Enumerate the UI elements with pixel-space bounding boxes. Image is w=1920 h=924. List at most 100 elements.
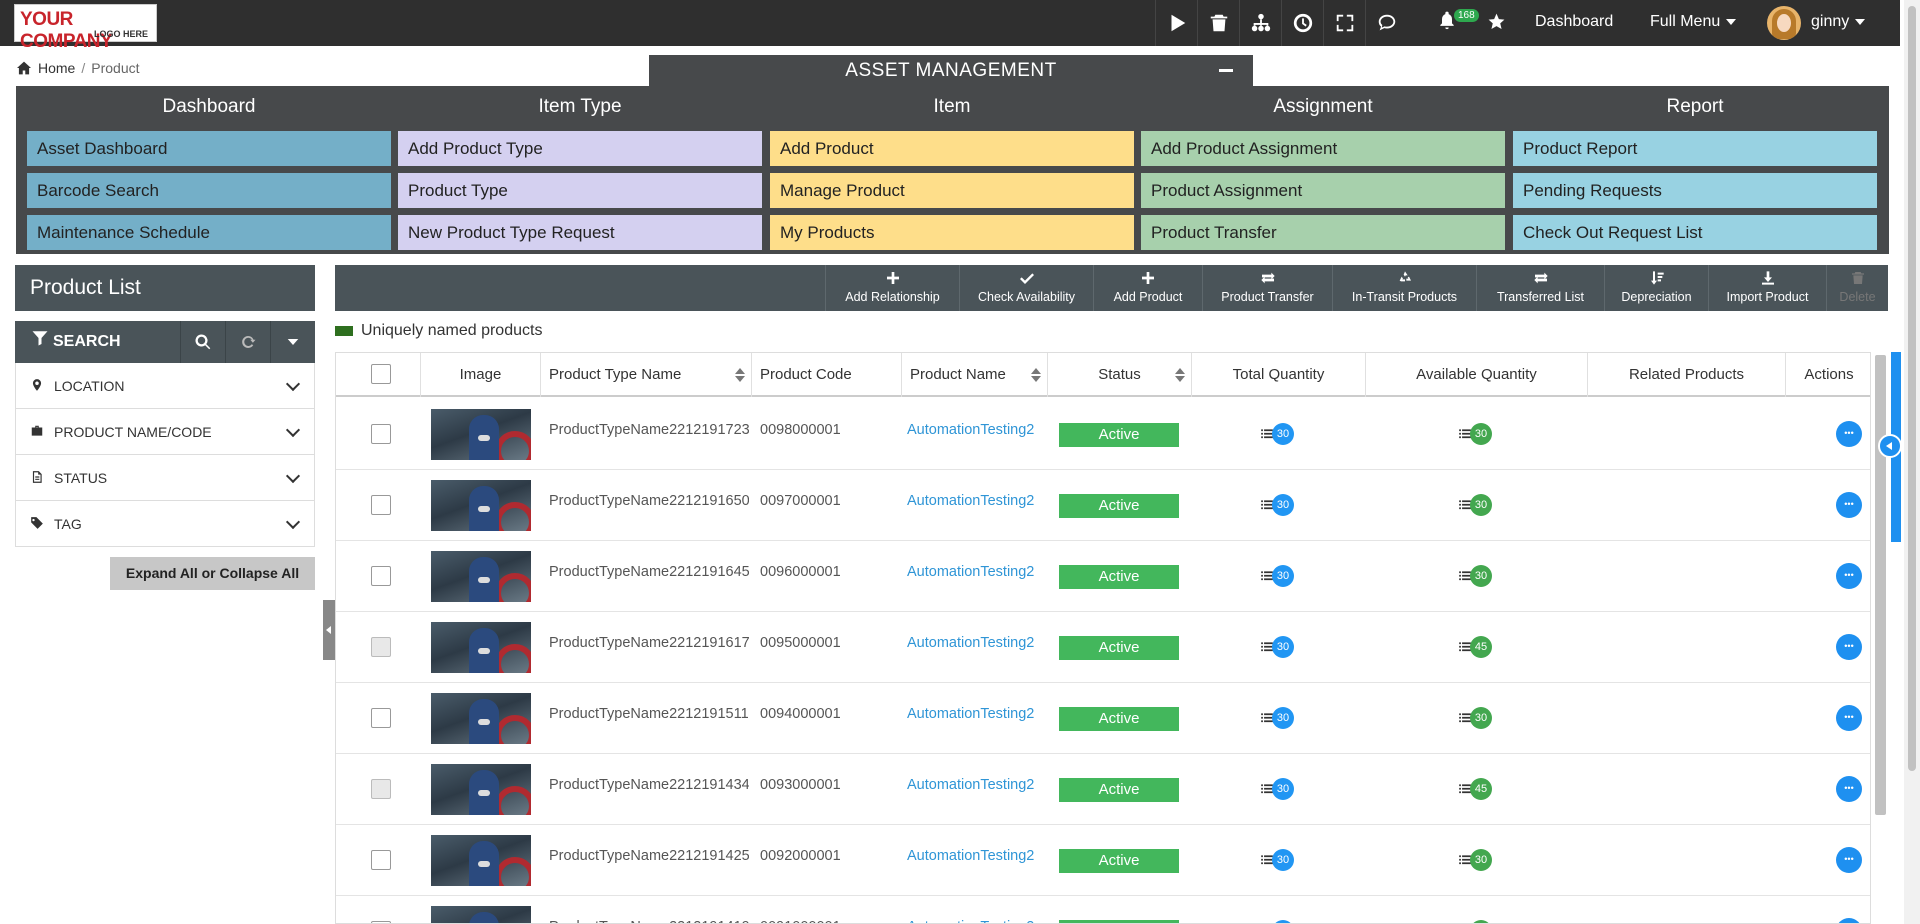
table-scrollbar[interactable] [1875,355,1886,815]
available-quantity[interactable]: 30 [1458,565,1494,587]
menu-item-product-assignment[interactable]: Product Assignment [1141,173,1505,208]
clock-icon[interactable] [1281,0,1323,46]
table-row[interactable]: ProductTypeName22121915114(0094000001 Aut… [336,683,1870,754]
search-toggle[interactable]: SEARCH [31,321,121,363]
available-quantity[interactable]: 45 [1458,636,1494,658]
more-actions-icon[interactable] [1836,634,1862,660]
menu-item-product-transfer[interactable]: Product Transfer [1141,215,1505,250]
menu-item-add-product[interactable]: Add Product [770,131,1134,166]
available-quantity[interactable]: 30 [1458,494,1494,516]
product-name-link[interactable]: AutomationTesting2 [907,422,1047,438]
menu-item-barcode-search[interactable]: Barcode Search [27,173,391,208]
delete-button[interactable]: Delete [1826,265,1888,311]
menu-item-check-out-request-list[interactable]: Check Out Request List [1513,215,1877,250]
star-icon[interactable] [1487,12,1506,36]
product-image[interactable] [431,622,531,673]
filter-status[interactable]: STATUS [15,455,315,501]
more-actions-icon[interactable] [1836,563,1862,589]
row-checkbox[interactable] [371,708,391,728]
menu-item-add-product-type[interactable]: Add Product Type [398,131,762,166]
product-image[interactable] [431,409,531,460]
table-row[interactable]: ProductTypeName2212191723... 0098000001 Au… [336,399,1870,470]
breadcrumb-home[interactable]: Home [38,60,75,76]
avatar[interactable] [1767,6,1801,40]
depreciation-button[interactable]: Depreciation [1604,265,1708,311]
select-all-checkbox[interactable] [371,364,391,384]
product-image[interactable] [431,480,531,531]
check-availability-button[interactable]: Check Availability [959,265,1093,311]
table-row[interactable]: ProductTypeName2212191419(0091000001 Auto… [336,896,1870,923]
table-row[interactable]: ProductTypeName2212191650... 0097000001 Au… [336,470,1870,541]
menu-item-add-product-assignment[interactable]: Add Product Assignment [1141,131,1505,166]
available-quantity[interactable]: 30 [1458,707,1494,729]
row-checkbox[interactable] [371,495,391,515]
more-actions-icon[interactable] [1836,918,1862,923]
drawer-toggle-icon[interactable] [1878,434,1902,458]
menu-item-product-type[interactable]: Product Type [398,173,762,208]
add-product-button[interactable]: Add Product [1093,265,1202,311]
row-checkbox[interactable] [371,637,391,657]
table-row[interactable]: ProductTypeName2212191617... 0095000001 Au… [336,612,1870,683]
table-row[interactable]: ProductTypeName2212191645... 0096000001 Au… [336,541,1870,612]
caret-down-icon[interactable] [270,321,315,363]
in-transit-products-button[interactable]: In-Transit Products [1332,265,1476,311]
row-checkbox[interactable] [371,566,391,586]
org-chart-icon[interactable] [1239,0,1281,46]
filter-tag[interactable]: TAG [15,501,315,547]
product-name-link[interactable]: AutomationTesting2 [907,919,1047,923]
table-row[interactable]: ProductTypeName2212191434... 0093000001 Au… [336,754,1870,825]
menu-item-manage-product[interactable]: Manage Product [770,173,1134,208]
menu-item-my-products[interactable]: My Products [770,215,1134,250]
trash-icon[interactable] [1197,0,1239,46]
dashboard-link[interactable]: Dashboard [1535,13,1613,31]
filter-location[interactable]: LOCATION [15,363,315,409]
product-image[interactable] [431,693,531,744]
refresh-icon[interactable] [225,321,270,363]
transferred-list-button[interactable]: Transferred List [1476,265,1604,311]
column-header-product-type-name[interactable]: Product Type Name [541,353,752,397]
add-relationship-button[interactable]: Add Relationship [825,265,959,311]
menu-item-new-product-type-request[interactable]: New Product Type Request [398,215,762,250]
more-actions-icon[interactable] [1836,421,1862,447]
column-header-product-name[interactable]: Product Name [902,353,1048,397]
product-name-link[interactable]: AutomationTesting2 [907,493,1047,509]
more-actions-icon[interactable] [1836,492,1862,518]
total-quantity[interactable]: 30 [1260,920,1296,923]
product-image[interactable] [431,835,531,886]
available-quantity[interactable]: 45 [1458,778,1494,800]
filter-product-name-code[interactable]: PRODUCT NAME/CODE [15,409,315,455]
total-quantity[interactable]: 30 [1260,565,1296,587]
product-image[interactable] [431,764,531,815]
total-quantity[interactable]: 30 [1260,423,1296,445]
total-quantity[interactable]: 30 [1260,636,1296,658]
chat-icon[interactable] [1365,0,1407,46]
company-logo[interactable]: YOUR COMPANY LOGO HERE [14,4,157,52]
available-quantity[interactable]: 30 [1458,920,1494,923]
product-name-link[interactable]: AutomationTesting2 [907,635,1047,651]
product-image[interactable] [431,906,531,923]
row-checkbox[interactable] [371,850,391,870]
menu-item-asset-dashboard[interactable]: Asset Dashboard [27,131,391,166]
more-actions-icon[interactable] [1836,776,1862,802]
search-icon[interactable] [180,321,225,363]
import-product-button[interactable]: Import Product [1708,265,1826,311]
total-quantity[interactable]: 30 [1260,707,1296,729]
menu-item-maintenance-schedule[interactable]: Maintenance Schedule [27,215,391,250]
page-scrollbar[interactable] [1904,0,1920,924]
product-name-link[interactable]: AutomationTesting2 [907,706,1047,722]
product-name-link[interactable]: AutomationTesting2 [907,777,1047,793]
menu-item-product-report[interactable]: Product Report [1513,131,1877,166]
product-image[interactable] [431,551,531,602]
collapse-icon[interactable] [1219,69,1233,72]
product-name-link[interactable]: AutomationTesting2 [907,564,1047,580]
total-quantity[interactable]: 30 [1260,494,1296,516]
available-quantity[interactable]: 30 [1458,849,1494,871]
expand-collapse-all-button[interactable]: Expand All or Collapse All [110,557,315,590]
fullscreen-icon[interactable] [1323,0,1365,46]
play-icon[interactable] [1155,0,1197,46]
menu-item-pending-requests[interactable]: Pending Requests [1513,173,1877,208]
product-name-link[interactable]: AutomationTesting2 [907,848,1047,864]
available-quantity[interactable]: 30 [1458,423,1494,445]
user-menu[interactable]: ginny [1811,13,1866,31]
row-checkbox[interactable] [371,424,391,444]
